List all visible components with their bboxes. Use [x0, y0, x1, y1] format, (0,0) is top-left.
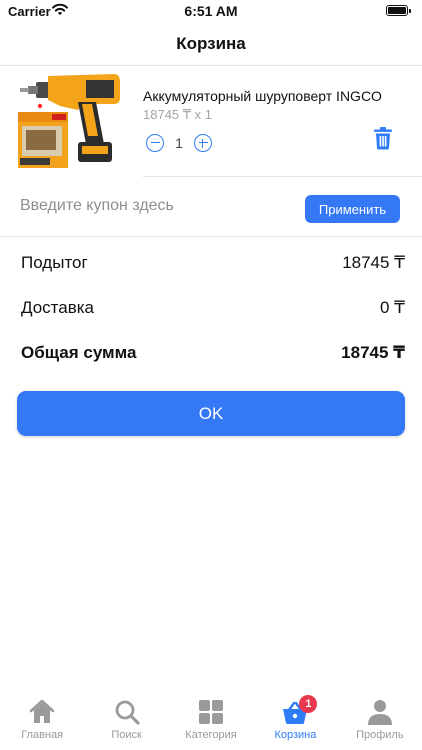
- status-time: 6:51 AM: [184, 3, 238, 19]
- tab-profile[interactable]: Профиль: [338, 695, 422, 750]
- subtotal-value: 18745 ₸: [342, 253, 405, 272]
- subtotal-row: Подытог 18745 ₸: [21, 253, 405, 275]
- decrease-quantity-button[interactable]: [146, 134, 164, 152]
- product-image: [18, 74, 120, 168]
- battery-icon: [386, 5, 411, 16]
- search-icon: [115, 700, 140, 725]
- total-label: Общая сумма: [21, 343, 137, 362]
- delivery-value: 0 ₸: [380, 298, 405, 317]
- grid-icon: [199, 700, 224, 724]
- tab-search[interactable]: Поиск: [84, 695, 168, 750]
- nav-bar: Корзина: [0, 22, 422, 66]
- status-bar: Carrier 6:51 AM: [0, 0, 422, 22]
- tab-label: Поиск: [111, 729, 142, 741]
- home-icon: [29, 699, 55, 723]
- tab-label: Профиль: [356, 729, 404, 741]
- tab-home[interactable]: Главная: [0, 695, 84, 750]
- delivery-row: Доставка 0 ₸: [21, 298, 405, 320]
- tab-label: Главная: [21, 729, 64, 741]
- delivery-label: Доставка: [21, 298, 95, 317]
- total-value: 18745 ₸: [341, 343, 405, 362]
- quantity-stepper: 1: [146, 133, 212, 153]
- increase-quantity-button[interactable]: [194, 134, 212, 152]
- quantity-value: 1: [175, 135, 183, 151]
- page-title: Корзина: [176, 34, 246, 53]
- cart-badge: 1: [299, 695, 318, 713]
- trash-icon[interactable]: [372, 126, 394, 150]
- coupon-section: Применить: [0, 177, 422, 237]
- tab-bar: Главная Поиск Категория 1 Корзина Профил…: [0, 695, 422, 750]
- coupon-input[interactable]: [20, 191, 290, 221]
- tab-label: Корзина: [274, 729, 317, 741]
- product-name[interactable]: Аккумуляторный шуруповерт INGCO: [143, 88, 382, 104]
- ok-button[interactable]: OK: [17, 391, 405, 436]
- product-price: 18745 ₸ x 1: [143, 107, 212, 122]
- person-icon: [367, 700, 392, 725]
- subtotal-label: Подытог: [21, 253, 88, 272]
- cart-item: Аккумуляторный шуруповерт INGCO 18745 ₸ …: [0, 66, 422, 176]
- tab-label: Категория: [185, 729, 237, 741]
- total-row: Общая сумма 18745 ₸: [21, 343, 405, 365]
- tab-cart[interactable]: 1 Корзина: [253, 695, 337, 750]
- tab-category[interactable]: Категория: [169, 695, 253, 750]
- apply-coupon-button[interactable]: Применить: [305, 195, 400, 223]
